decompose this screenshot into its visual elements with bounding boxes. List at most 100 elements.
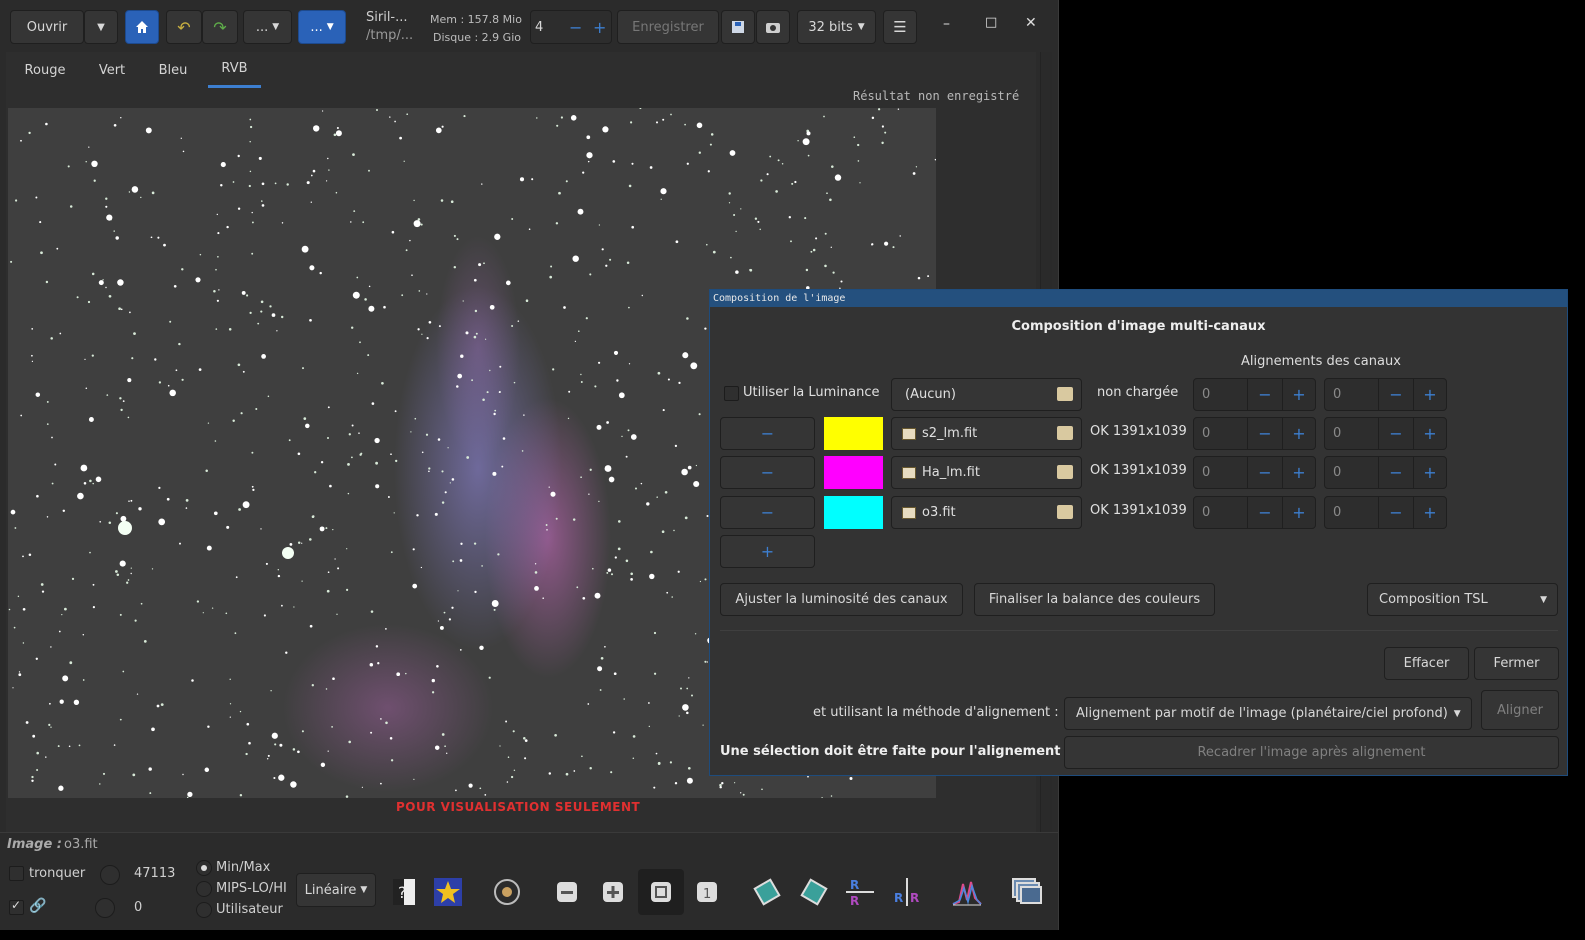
- channel-dy-spinner[interactable]: 0− +: [1324, 417, 1447, 450]
- tab-green[interactable]: Vert: [86, 52, 138, 88]
- channel-file-chooser[interactable]: Ha_lm.fit: [891, 456, 1082, 489]
- remove-channel-button[interactable]: −: [720, 496, 815, 529]
- tab-rgb[interactable]: RVB: [208, 52, 261, 88]
- rotate-left-button[interactable]: [747, 872, 787, 912]
- alignment-method-dropdown[interactable]: Alignement par motif de l'image (planéta…: [1064, 697, 1472, 730]
- plus-icon[interactable]: +: [1282, 418, 1315, 449]
- open-button[interactable]: Ouvrir: [10, 10, 84, 44]
- star: [630, 578, 633, 581]
- clear-button[interactable]: Effacer: [1384, 647, 1469, 680]
- scripts-menu-button[interactable]: ... ▼: [243, 10, 292, 44]
- channel-dx-spinner[interactable]: 0− +: [1193, 456, 1316, 489]
- save-as-button[interactable]: [721, 10, 755, 44]
- false-color-button[interactable]: [428, 872, 468, 912]
- crop-after-align-toggle[interactable]: Recadrer l'image après alignement: [1064, 736, 1559, 769]
- star: [106, 214, 113, 221]
- bitdepth-dropdown[interactable]: 32 bits ▼: [797, 10, 876, 44]
- star: [630, 434, 637, 440]
- remove-channel-button[interactable]: −: [720, 417, 815, 450]
- high-slider-knob[interactable]: [100, 865, 120, 885]
- channel-dy-spinner[interactable]: 0− +: [1324, 456, 1447, 489]
- negative-view-button[interactable]: ?: [384, 872, 424, 912]
- star: [598, 361, 601, 364]
- zoom-one-button[interactable]: 1: [687, 872, 727, 912]
- stretch-dropdown[interactable]: Linéaire ▼: [296, 873, 376, 907]
- plus-icon[interactable]: +: [1282, 457, 1315, 488]
- close-dialog-button[interactable]: Fermer: [1474, 647, 1559, 680]
- hamburger-menu-button[interactable]: ☰: [883, 10, 917, 44]
- channel-color-swatch[interactable]: [824, 456, 883, 489]
- home-button[interactable]: [125, 10, 159, 44]
- minimize-button[interactable]: –: [943, 16, 950, 32]
- clip-checkbox[interactable]: [9, 866, 24, 881]
- minus-icon[interactable]: −: [1378, 457, 1413, 488]
- star: [614, 556, 617, 559]
- snapshot-button[interactable]: [756, 10, 790, 44]
- tab-red[interactable]: Rouge: [12, 52, 78, 88]
- plus-icon[interactable]: +: [593, 18, 606, 37]
- rotate-right-button[interactable]: [794, 872, 834, 912]
- scale-minmax-radio[interactable]: [196, 860, 212, 876]
- low-slider-knob[interactable]: [95, 898, 115, 918]
- maximize-button[interactable]: □: [985, 15, 997, 30]
- luminance-checkbox[interactable]: [724, 386, 739, 401]
- minus-icon[interactable]: −: [1247, 418, 1282, 449]
- star: [506, 781, 509, 783]
- mirror-y-button[interactable]: RR: [887, 872, 927, 912]
- mirror-x-button[interactable]: RR: [840, 872, 880, 912]
- plus-icon[interactable]: +: [1282, 379, 1315, 410]
- save-button[interactable]: Enregistrer: [617, 10, 719, 44]
- channel-file-chooser[interactable]: o3.fit: [891, 496, 1082, 529]
- channel-color-swatch[interactable]: [824, 496, 883, 529]
- star: [669, 761, 673, 764]
- star: [205, 469, 208, 473]
- high-value[interactable]: 47113: [134, 866, 175, 881]
- open-menu-button[interactable]: ▼: [84, 10, 118, 44]
- scale-user-radio[interactable]: [196, 902, 212, 918]
- channel-file-chooser[interactable]: s2_lm.fit: [891, 417, 1082, 450]
- low-value[interactable]: 0: [134, 900, 142, 915]
- composition-mode-dropdown[interactable]: Composition TSL ▼: [1367, 583, 1558, 616]
- image-gallery-button[interactable]: [1007, 872, 1047, 912]
- tab-blue[interactable]: Bleu: [146, 52, 200, 88]
- luminance-file-chooser[interactable]: (Aucun): [891, 378, 1082, 411]
- channel-color-swatch[interactable]: [824, 417, 883, 450]
- finalize-balance-button[interactable]: Finaliser la balance des couleurs: [974, 583, 1215, 616]
- zoom-out-button[interactable]: [547, 872, 587, 912]
- minus-icon[interactable]: −: [1378, 379, 1413, 410]
- minus-icon[interactable]: −: [1378, 418, 1413, 449]
- star: [389, 116, 391, 118]
- scale-mips-radio[interactable]: [196, 881, 212, 897]
- channel-dy-spinner[interactable]: 0− +: [1324, 496, 1447, 529]
- minus-icon[interactable]: −: [1247, 457, 1282, 488]
- link-checkbox[interactable]: ✓: [9, 898, 24, 915]
- remove-channel-button[interactable]: −: [720, 456, 815, 489]
- minus-icon[interactable]: −: [1378, 497, 1413, 528]
- processing-menu-button[interactable]: ... ▼: [298, 10, 346, 44]
- zoom-fit-button[interactable]: [638, 869, 684, 915]
- channel-dx-spinner[interactable]: 0− +: [1193, 417, 1316, 450]
- plus-icon[interactable]: +: [1413, 457, 1446, 488]
- adjust-brightness-button[interactable]: Ajuster la luminosité des canaux: [720, 583, 963, 616]
- galaxy-button[interactable]: [487, 872, 527, 912]
- luminance-dx-spinner[interactable]: 0− +: [1193, 378, 1316, 411]
- plus-icon[interactable]: +: [1282, 497, 1315, 528]
- threads-spinner[interactable]: 4 − +: [530, 10, 612, 44]
- histogram-button[interactable]: [947, 872, 987, 912]
- plus-icon[interactable]: +: [1413, 379, 1446, 410]
- star: [15, 199, 18, 202]
- channel-dx-spinner[interactable]: 0− +: [1193, 496, 1316, 529]
- plus-icon[interactable]: +: [1413, 497, 1446, 528]
- minus-icon[interactable]: −: [1247, 379, 1282, 410]
- minus-icon[interactable]: −: [1247, 497, 1282, 528]
- star: [881, 141, 884, 145]
- add-channel-button[interactable]: +: [720, 535, 815, 568]
- undo-button[interactable]: ↶: [166, 10, 202, 44]
- zoom-in-button[interactable]: [593, 872, 633, 912]
- minus-icon[interactable]: −: [569, 18, 582, 37]
- redo-button[interactable]: ↷: [202, 10, 238, 44]
- align-button[interactable]: Aligner: [1481, 690, 1559, 730]
- plus-icon[interactable]: +: [1413, 418, 1446, 449]
- luminance-dy-spinner[interactable]: 0− +: [1324, 378, 1447, 411]
- close-button[interactable]: ✕: [1025, 15, 1037, 31]
